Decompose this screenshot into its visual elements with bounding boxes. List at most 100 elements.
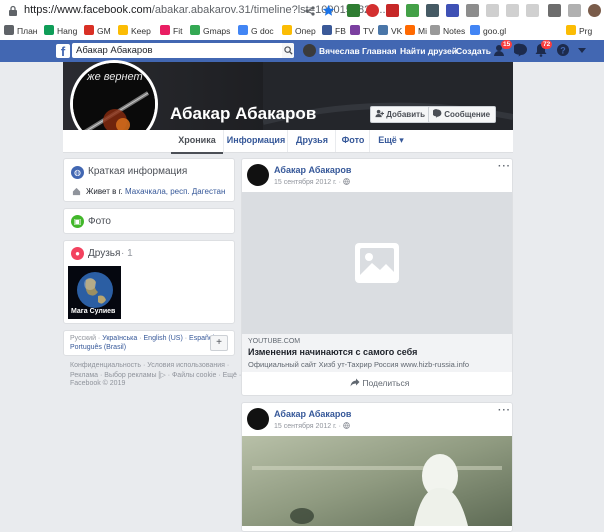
post-author-avatar[interactable] bbox=[247, 164, 269, 186]
post-author-name[interactable]: Абакар Абакаров bbox=[274, 165, 351, 175]
friend-requests-button[interactable]: 15 bbox=[494, 40, 513, 60]
share-page-icon[interactable] bbox=[304, 5, 316, 17]
tab-timeline[interactable]: Хроника bbox=[171, 130, 223, 154]
help-button[interactable]: ? bbox=[556, 43, 570, 60]
post-author-name[interactable]: Абакар Абакаров bbox=[274, 409, 351, 419]
friends-title[interactable]: Друзья bbox=[88, 248, 120, 259]
language-link[interactable]: Português (Brasil) bbox=[70, 344, 126, 351]
friend-name[interactable]: Мага Сулиев bbox=[71, 308, 115, 315]
post-date[interactable]: 15 сентября 2012 г. · bbox=[274, 178, 350, 186]
add-friend-icon bbox=[375, 109, 384, 118]
facebook-logo-icon[interactable]: f bbox=[56, 44, 70, 59]
messenger-icon bbox=[432, 109, 442, 118]
bookmark-item[interactable]: Mi bbox=[405, 24, 427, 38]
profile-name[interactable]: Абакар Абакаров bbox=[170, 104, 316, 124]
create-link[interactable]: Создать bbox=[456, 46, 491, 56]
language-link[interactable]: English (US) bbox=[144, 335, 183, 342]
share-button[interactable]: Поделиться bbox=[350, 378, 409, 388]
bookmark-favicon-icon bbox=[405, 25, 415, 35]
tab-friends[interactable]: Друзья bbox=[287, 130, 336, 152]
user-profile-link[interactable]: Вячеслав bbox=[319, 46, 360, 56]
bookmark-favicon-icon bbox=[190, 25, 200, 35]
message-button[interactable]: Сообщение bbox=[428, 106, 497, 123]
link-preview-info[interactable]: YOUTUBE.COM Изменения начинаются с самог… bbox=[242, 334, 512, 372]
extension-icon[interactable] bbox=[426, 4, 439, 17]
link-preview-image[interactable] bbox=[242, 192, 512, 334]
search-icon bbox=[284, 46, 293, 55]
language-line: Português (Brasil) bbox=[70, 344, 126, 351]
bookmark-item[interactable]: G doc bbox=[238, 24, 274, 38]
notifications-button[interactable]: 72 bbox=[534, 40, 553, 60]
post-options-button[interactable]: ··· bbox=[498, 161, 511, 172]
extension-icon[interactable] bbox=[406, 4, 419, 17]
share-arrow-icon bbox=[350, 378, 360, 387]
address-bar[interactable]: https://www.facebook.com/abakar.abakarov… bbox=[0, 0, 604, 23]
extension-icon[interactable] bbox=[568, 4, 581, 17]
user-avatar[interactable] bbox=[303, 44, 316, 57]
extension-icon[interactable] bbox=[526, 4, 539, 17]
language-link[interactable]: Українська bbox=[102, 335, 137, 342]
lives-in-text: Живет в г. Махачкала, респ. Дагестан bbox=[86, 187, 225, 196]
bookmark-item[interactable]: План bbox=[4, 24, 38, 38]
notifications-badge: 72 bbox=[541, 40, 553, 49]
extension-icon[interactable] bbox=[386, 4, 399, 17]
post-photo[interactable] bbox=[242, 436, 512, 526]
post-date[interactable]: 15 сентября 2012 г. · bbox=[274, 422, 350, 430]
language-current: Русский bbox=[70, 335, 96, 342]
messenger-icon bbox=[512, 43, 527, 57]
footer-line[interactable]: Реклама · Выбор рекламы [▷ · Файлы cooki… bbox=[70, 371, 241, 379]
footer-line[interactable]: Конфиденциальность · Условия использован… bbox=[70, 362, 229, 369]
post-options-button[interactable]: ··· bbox=[498, 405, 511, 416]
add-friend-button[interactable]: Добавить bbox=[370, 106, 431, 123]
bookmark-favicon-icon bbox=[282, 25, 292, 35]
link-description: Официальный сайт Хизб ут-Тахрир Россия w… bbox=[248, 360, 469, 369]
tab-more[interactable]: Ещё ▾ bbox=[369, 130, 412, 152]
post-card: Абакар Абакаров 15 сентября 2012 г. · ··… bbox=[241, 402, 513, 532]
bookmark-item[interactable]: goo.gl bbox=[470, 24, 506, 38]
lives-in-city-link[interactable]: Махачкала, респ. Дагестан bbox=[125, 187, 225, 196]
bookmark-item[interactable]: Hang bbox=[44, 24, 77, 38]
photos-title[interactable]: Фото bbox=[88, 216, 111, 227]
share-label: Поделиться bbox=[362, 378, 410, 388]
bookmark-favicon-icon bbox=[238, 25, 248, 35]
bookmark-item[interactable]: FB bbox=[322, 24, 346, 38]
account-menu-button[interactable] bbox=[576, 43, 588, 60]
bookmark-item[interactable]: Gmaps bbox=[190, 24, 230, 38]
bookmark-item[interactable]: Опер bbox=[282, 24, 316, 38]
bookmark-item[interactable]: GM bbox=[84, 24, 111, 38]
profile-avatar-icon[interactable] bbox=[588, 4, 601, 17]
find-friends-link[interactable]: Найти друзей bbox=[400, 46, 457, 56]
bookmark-item[interactable]: Notes bbox=[430, 24, 465, 38]
bookmarks-bar: План Hang GM Keep Fit Gmaps G doc Опер F… bbox=[0, 22, 604, 41]
extension-icon[interactable] bbox=[506, 4, 519, 17]
extension-icon[interactable] bbox=[446, 4, 459, 17]
intro-card: ◍ Краткая информация Живет в г. Махачкал… bbox=[63, 158, 235, 202]
friend-thumbnail[interactable]: Мага Сулиев bbox=[68, 266, 121, 319]
bookmark-item[interactable]: Keep bbox=[118, 24, 151, 38]
bookmark-item[interactable]: TV bbox=[350, 24, 374, 38]
search-input[interactable] bbox=[72, 43, 294, 58]
globe-icon: ◍ bbox=[71, 166, 84, 179]
extension-icon[interactable] bbox=[466, 4, 479, 17]
bookmark-item[interactable]: VK bbox=[378, 24, 402, 38]
extension-icon[interactable] bbox=[548, 4, 561, 17]
bookmark-favicon-icon bbox=[350, 25, 360, 35]
post-author-avatar[interactable] bbox=[247, 408, 269, 430]
link-title[interactable]: Изменения начинаются с самого себя bbox=[248, 347, 417, 357]
tab-photos[interactable]: Фото bbox=[335, 130, 370, 152]
globe-icon bbox=[343, 422, 350, 429]
bookmark-favicon-icon bbox=[44, 25, 54, 35]
bookmark-star-icon[interactable] bbox=[322, 4, 335, 17]
search-button[interactable] bbox=[282, 43, 294, 58]
add-language-button[interactable]: + bbox=[210, 335, 228, 351]
tab-about[interactable]: Информация bbox=[223, 130, 288, 152]
messenger-button[interactable] bbox=[512, 43, 528, 60]
bookmark-item[interactable]: Fit bbox=[160, 24, 182, 38]
home-icon bbox=[72, 187, 81, 196]
extension-icon[interactable] bbox=[366, 4, 379, 17]
extension-icon[interactable] bbox=[486, 4, 499, 17]
photo-icon: ▣ bbox=[71, 215, 84, 228]
extension-icon[interactable] bbox=[347, 4, 360, 17]
bookmark-item[interactable]: Prg bbox=[566, 24, 592, 38]
home-link[interactable]: Главная bbox=[362, 46, 397, 56]
